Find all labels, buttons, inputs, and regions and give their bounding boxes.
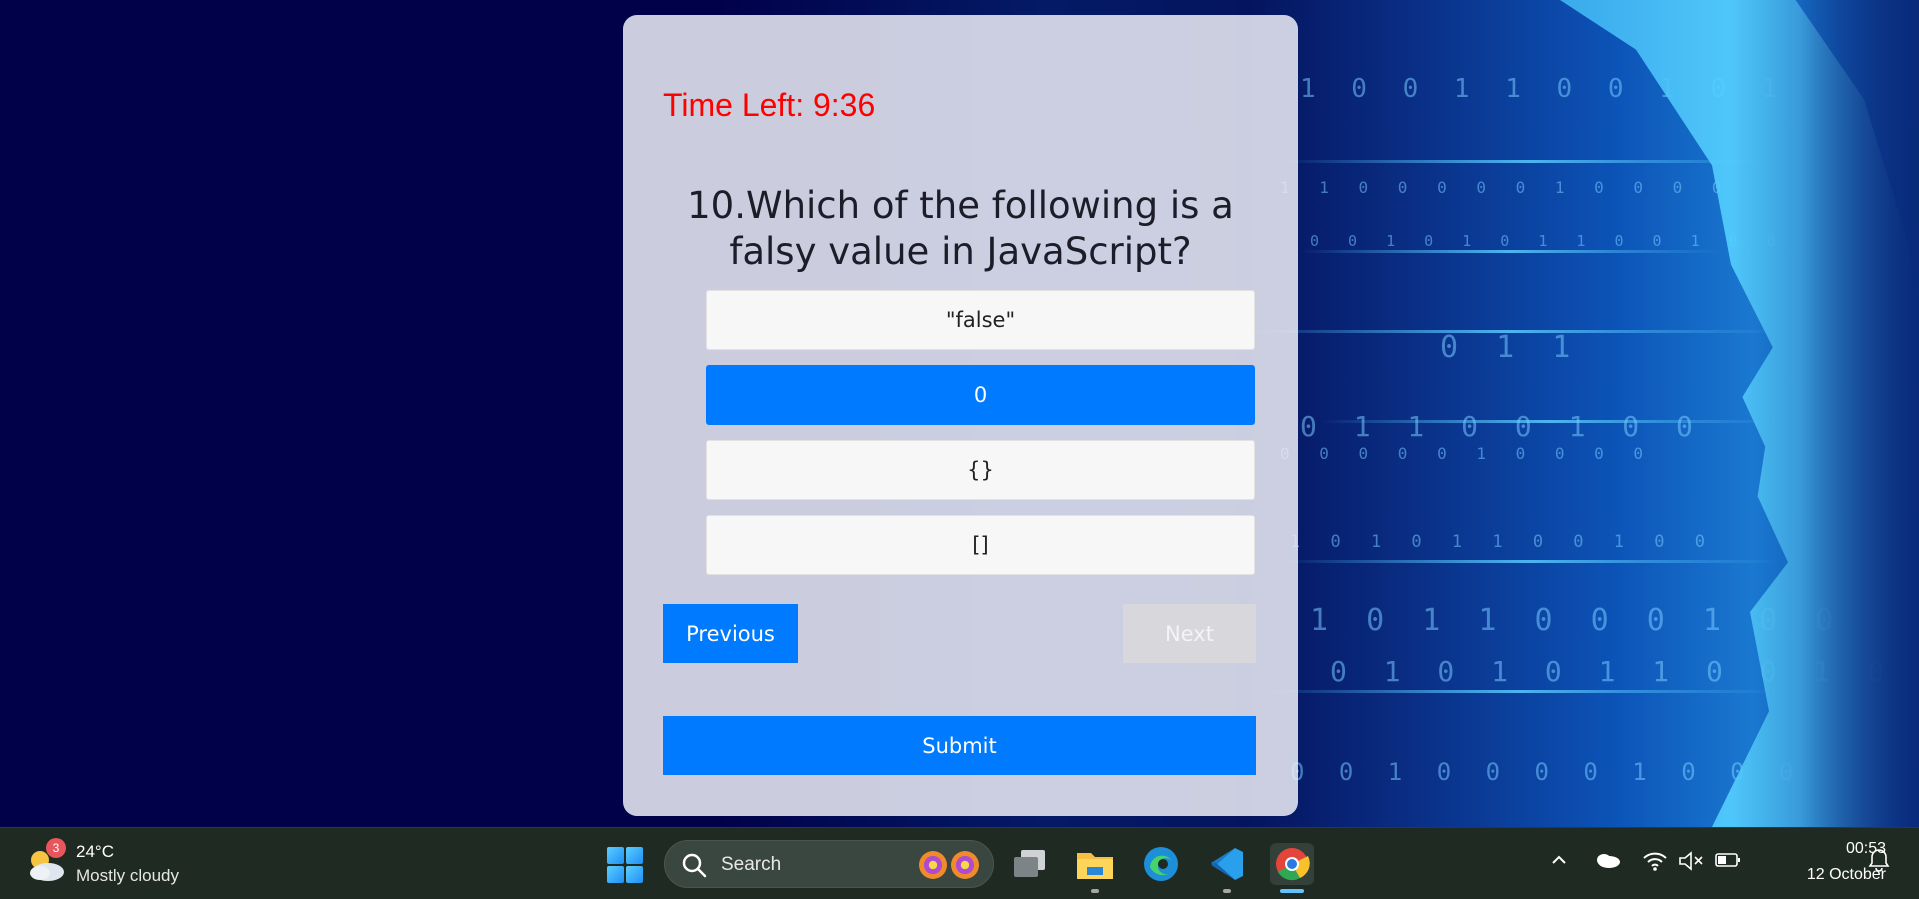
submit-button[interactable]: Submit (663, 716, 1256, 775)
taskbar: 3 24°C Mostly cloudy Search 00:53 12 Oct… (0, 827, 1919, 899)
answer-option[interactable]: {} (706, 440, 1255, 500)
light-streak (1300, 250, 1720, 253)
clock-date[interactable]: 12 October (1752, 866, 1886, 884)
notification-bell-icon[interactable] (1868, 848, 1890, 877)
onedrive-icon[interactable] (1594, 850, 1622, 875)
wifi-icon[interactable] (1642, 850, 1668, 877)
chevron-up-icon[interactable] (1549, 850, 1569, 875)
edge-icon[interactable] (1139, 843, 1183, 885)
binary-decoration: 1 1 0 0 0 0 0 1 0 0 0 0 (1280, 178, 1732, 197)
binary-decoration: 0 0 0 0 0 1 0 0 0 0 (1280, 444, 1654, 463)
chrome-icon[interactable] (1270, 843, 1314, 893)
wallpaper-edge-shade (1800, 0, 1919, 827)
weather-widget[interactable]: 3 24°C Mostly cloudy (22, 838, 222, 890)
vscode-icon[interactable] (1205, 843, 1249, 893)
binary-decoration: 0 0 1 0 0 0 0 1 0 0 0 (1290, 758, 1804, 786)
binary-decoration: 1 0 1 0 1 1 0 0 1 0 0 (1290, 532, 1715, 552)
binary-decoration: 0 0 1 0 1 0 1 1 0 0 1 0 0 (1310, 232, 1786, 250)
quiz-card: Time Left: 9:36 10.Which of the followin… (623, 15, 1298, 816)
weather-description: Mostly cloudy (76, 866, 179, 885)
light-streak (1260, 690, 1780, 693)
weather-temperature: 24°C (76, 842, 114, 861)
previous-button[interactable]: Previous (663, 604, 798, 663)
search-highlight-icon (919, 851, 985, 879)
binary-decoration: 0 1 1 (1440, 330, 1581, 365)
volume-muted-icon[interactable] (1678, 850, 1704, 877)
notification-badge: 3 (46, 838, 66, 858)
timer-label: Time Left: 9:36 (663, 87, 876, 123)
taskbar-search[interactable]: Search (664, 840, 994, 888)
search-icon (682, 853, 707, 878)
next-button[interactable]: Next (1123, 604, 1256, 663)
answer-option[interactable]: [] (706, 515, 1255, 575)
binary-decoration: 0 1 1 0 0 1 0 0 (1300, 410, 1703, 443)
start-icon[interactable] (607, 847, 643, 883)
battery-icon[interactable] (1714, 850, 1742, 875)
light-streak (1280, 160, 1780, 163)
answer-option[interactable]: "false" (706, 290, 1255, 350)
light-streak (1280, 560, 1780, 563)
answer-option-selected[interactable]: 0 (706, 365, 1255, 425)
question-text: 10.Which of the following is a falsy val… (687, 184, 1234, 273)
task-view-icon[interactable] (1008, 843, 1052, 885)
file-explorer-icon[interactable] (1073, 843, 1117, 893)
search-placeholder: Search (721, 854, 782, 875)
